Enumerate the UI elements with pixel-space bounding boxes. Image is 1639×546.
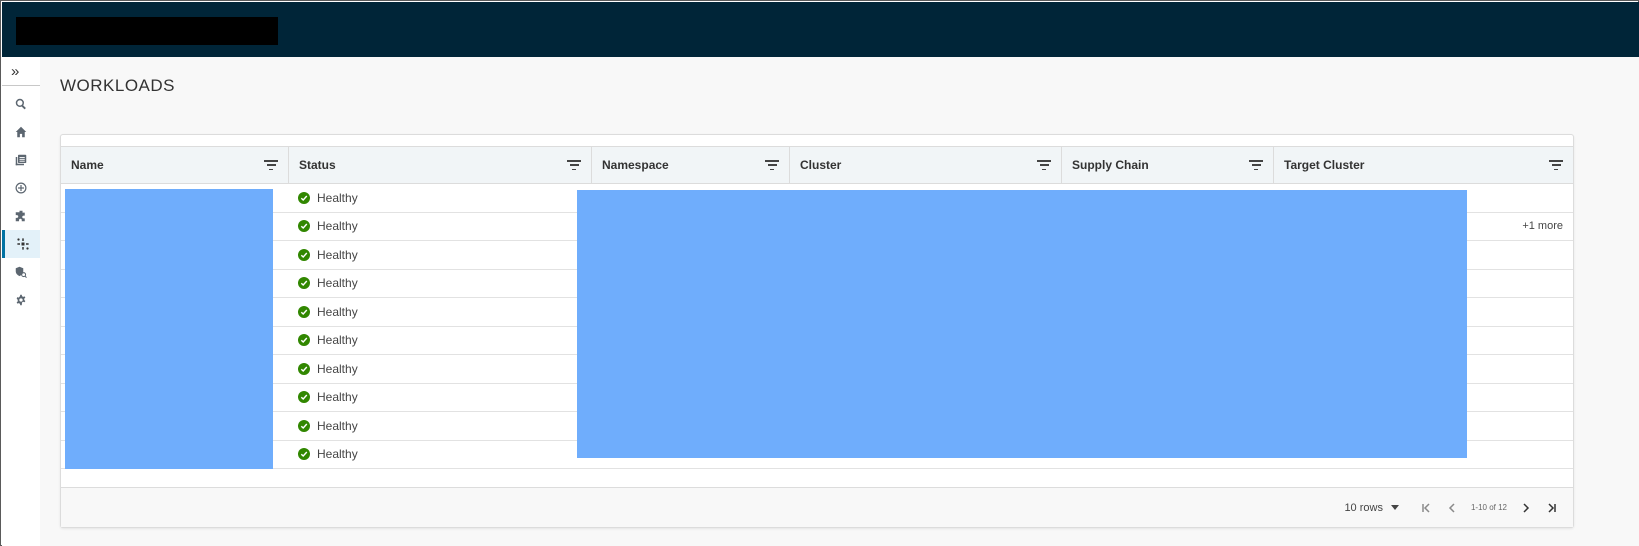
status-label: Healthy	[317, 219, 358, 234]
top-header	[2, 2, 1639, 57]
check-circle-icon	[298, 391, 310, 404]
status-cell: Healthy	[298, 191, 358, 205]
status-label: Healthy	[317, 304, 358, 319]
chevron-right-icon	[1523, 502, 1530, 513]
search-icon[interactable]	[2, 90, 40, 118]
check-circle-icon	[298, 277, 310, 290]
status-cell: Healthy	[298, 276, 358, 290]
more-link[interactable]: +1 more	[1522, 220, 1563, 232]
column-header-supply-chain[interactable]: Supply Chain	[1062, 147, 1274, 183]
status-label: Healthy	[317, 247, 358, 262]
first-page-button[interactable]	[1417, 499, 1435, 517]
status-cell: Healthy	[298, 305, 358, 319]
status-cell: Healthy	[298, 419, 358, 433]
status-cell: Healthy	[298, 390, 358, 404]
check-circle-icon	[298, 305, 310, 318]
check-circle-icon	[298, 191, 310, 204]
filter-icon[interactable]	[1549, 159, 1563, 171]
filter-icon[interactable]	[1037, 159, 1051, 171]
filter-icon[interactable]	[264, 159, 278, 171]
status-label: Healthy	[317, 390, 358, 405]
security-icon[interactable]	[2, 258, 40, 286]
filter-icon[interactable]	[1249, 159, 1263, 171]
redacted-logo	[16, 17, 278, 45]
previous-page-button[interactable]	[1443, 499, 1461, 517]
status-label: Healthy	[317, 190, 358, 205]
status-label: Healthy	[317, 447, 358, 462]
rows-per-page-select[interactable]: 10 rows	[1344, 502, 1399, 514]
status-cell: Healthy	[298, 362, 358, 376]
workloads-icon[interactable]	[2, 230, 40, 258]
chevron-left-icon	[1448, 502, 1455, 513]
check-circle-icon	[298, 448, 310, 461]
last-page-button[interactable]	[1543, 499, 1561, 517]
check-circle-icon	[298, 334, 310, 347]
column-header-status[interactable]: Status	[289, 147, 592, 183]
app-window: » WORKLOADS Name Status Namespace Cluste…	[0, 0, 1639, 546]
first-page-icon	[1422, 502, 1430, 513]
page-title: WORKLOADS	[60, 76, 176, 95]
main-content: WORKLOADS Name Status Namespace Cluster	[40, 57, 1639, 546]
check-circle-icon	[298, 419, 310, 432]
expand-nav-button[interactable]: »	[2, 57, 40, 86]
status-cell: Healthy	[298, 333, 358, 347]
status-cell: Healthy	[298, 447, 358, 461]
column-header-name[interactable]: Name	[61, 147, 289, 183]
status-cell: Healthy	[298, 219, 358, 233]
status-label: Healthy	[317, 276, 358, 291]
pagination-bar: 10 rows 1-10 of 12	[61, 487, 1573, 527]
redacted-name-column	[65, 189, 273, 469]
table-header: Name Status Namespace Cluster Supply Cha…	[61, 146, 1573, 184]
column-header-cluster[interactable]: Cluster	[790, 147, 1062, 183]
chevron-down-icon	[1390, 505, 1399, 510]
status-label: Healthy	[317, 361, 358, 376]
column-header-target-cluster[interactable]: Target Cluster	[1274, 147, 1573, 183]
column-header-namespace[interactable]: Namespace	[592, 147, 790, 183]
next-page-button[interactable]	[1517, 499, 1535, 517]
status-cell: Healthy	[298, 248, 358, 262]
side-nav: »	[2, 57, 40, 546]
redacted-details-area	[577, 190, 1467, 458]
settings-icon[interactable]	[2, 286, 40, 314]
add-circle-icon[interactable]	[2, 174, 40, 202]
status-label: Healthy	[317, 418, 358, 433]
filter-icon[interactable]	[567, 159, 581, 171]
check-circle-icon	[298, 248, 310, 261]
plugin-icon[interactable]	[2, 202, 40, 230]
last-page-icon	[1548, 502, 1556, 513]
home-icon[interactable]	[2, 118, 40, 146]
status-label: Healthy	[317, 333, 358, 348]
workloads-table-card: Name Status Namespace Cluster Supply Cha…	[60, 134, 1574, 528]
check-circle-icon	[298, 362, 310, 375]
filter-icon[interactable]	[765, 159, 779, 171]
catalog-icon[interactable]	[2, 146, 40, 174]
check-circle-icon	[298, 220, 310, 233]
page-range: 1-10 of 12	[1470, 503, 1507, 512]
